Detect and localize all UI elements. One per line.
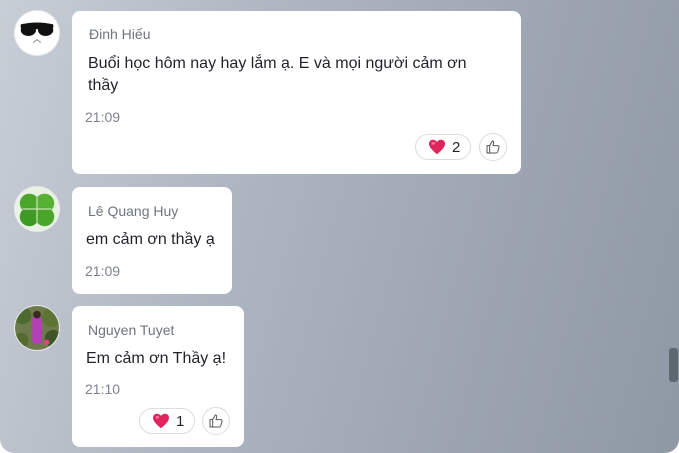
sender-name[interactable]: Nguyen Tuyet	[88, 322, 174, 338]
heart-icon	[153, 413, 169, 429]
message-bubble[interactable]: Nguyen Tuyet Em cảm ơn Thầy ạ! 21:10 1	[72, 306, 244, 447]
thumbs-up-icon	[486, 140, 500, 154]
message-time: 21:09	[85, 109, 121, 125]
avatar[interactable]	[14, 10, 60, 56]
heart-icon	[429, 139, 445, 155]
avatar[interactable]	[14, 186, 60, 232]
message-text-line: thầy	[88, 77, 119, 94]
like-button[interactable]	[202, 407, 230, 435]
message-text: Buổi học hôm nay hay lắm ạ. E và mọi ngư…	[88, 53, 508, 97]
message-text: em cảm ơn thầy ạ	[86, 231, 215, 248]
message-time: 21:09	[85, 263, 121, 279]
message-time: 21:10	[85, 381, 121, 397]
reaction-pill[interactable]: 2	[415, 134, 471, 160]
message-bubble[interactable]: Đinh Hiếu Buổi học hôm nay hay lắm ạ. E …	[72, 11, 521, 174]
message-text-line: Buổi học hôm nay hay lắm ạ. E và mọi ngư…	[88, 55, 467, 72]
like-button[interactable]	[479, 133, 507, 161]
reaction-count: 2	[452, 138, 461, 156]
chat-pane[interactable]: Đinh Hiếu Buổi học hôm nay hay lắm ạ. E …	[0, 0, 679, 453]
avatar[interactable]	[14, 305, 60, 351]
sender-name[interactable]: Lê Quang Huy	[88, 203, 178, 219]
thumbs-up-icon	[209, 414, 223, 428]
message-bubble[interactable]: Lê Quang Huy em cảm ơn thầy ạ 21:09	[72, 187, 232, 294]
sender-name[interactable]: Đinh Hiếu	[89, 26, 150, 42]
scrollbar-thumb[interactable]	[669, 348, 678, 382]
reaction-pill[interactable]: 1	[139, 408, 195, 434]
reaction-count: 1	[176, 412, 185, 430]
message-text: Em cảm ơn Thầy ạ!	[86, 350, 227, 367]
